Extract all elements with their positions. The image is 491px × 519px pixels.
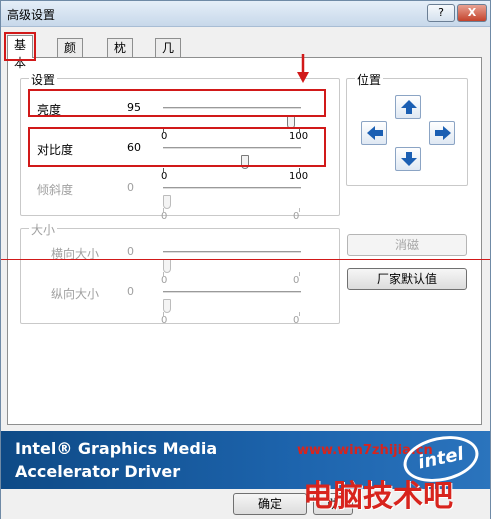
horizontal-size-row: 横向大小 0 0 0 bbox=[21, 237, 341, 286]
arrow-right-icon[interactable] bbox=[429, 121, 455, 145]
position-group-label: 位置 bbox=[355, 71, 384, 88]
banner-line1: Intel® Graphics Media bbox=[15, 439, 218, 458]
size-group: 大小 横向大小 0 0 0 纵向大小 0 0 0 bbox=[20, 221, 341, 326]
brightness-highlight bbox=[28, 89, 326, 117]
position-group: 位置 bbox=[346, 71, 468, 186]
tilt-min-label: 0 bbox=[161, 211, 168, 222]
factory-defaults-button[interactable]: 厂家默认值 bbox=[347, 268, 467, 290]
vertical-size-max-label: 0 bbox=[293, 315, 300, 326]
horizontal-size-slider: 0 0 bbox=[161, 251, 301, 286]
tilt-label: 倾斜度 bbox=[37, 183, 74, 197]
ok-button[interactable]: 确定 bbox=[233, 493, 307, 515]
close-button[interactable]: X bbox=[457, 4, 487, 22]
size-group-label: 大小 bbox=[29, 221, 58, 238]
horizontal-size-thumb bbox=[163, 259, 171, 273]
settings-group-label: 设置 bbox=[29, 71, 58, 88]
tab-basic[interactable]: 基本 bbox=[3, 32, 37, 70]
vertical-size-row: 纵向大小 0 0 0 bbox=[21, 277, 341, 326]
vertical-size-min-label: 0 bbox=[161, 315, 168, 326]
vertical-size-thumb bbox=[163, 299, 171, 313]
window-title: 高级设置 bbox=[7, 8, 56, 22]
tab-geometry[interactable]: 几何特性 bbox=[155, 38, 182, 109]
banner-line2: Accelerator Driver bbox=[15, 462, 181, 481]
degauss-button: 消磁 bbox=[347, 234, 467, 256]
advanced-settings-window: 高级设置 ? X 基本 颜色 枕形 几何特性 设置 亮度 95 0 100 bbox=[0, 0, 491, 519]
watermark-text: 电脑技术吧 bbox=[303, 479, 453, 514]
horizontal-size-value: 0 bbox=[127, 245, 134, 258]
vertical-size-slider: 0 0 bbox=[161, 291, 301, 326]
arrow-left-icon[interactable] bbox=[361, 121, 387, 145]
tab-color[interactable]: 颜色 bbox=[57, 38, 84, 73]
arrow-down-icon[interactable] bbox=[395, 147, 421, 171]
vertical-size-value: 0 bbox=[127, 285, 134, 298]
contrast-highlight bbox=[28, 127, 326, 167]
arrow-up-icon[interactable] bbox=[395, 95, 421, 119]
basic-tab-panel: 设置 亮度 95 0 100 对比度 60 0 100 倾斜度 0 0 0 大小… bbox=[7, 54, 482, 425]
tilt-row: 倾斜度 0 0 0 bbox=[21, 173, 341, 222]
help-button[interactable]: ? bbox=[427, 4, 455, 22]
tilt-max-label: 0 bbox=[293, 211, 300, 222]
annotation-arrow-icon bbox=[297, 54, 309, 83]
vertical-size-label: 纵向大小 bbox=[51, 287, 100, 301]
annotation-line bbox=[1, 259, 490, 260]
tilt-slider-thumb bbox=[163, 195, 171, 209]
title-bar: 高级设置 ? X bbox=[1, 1, 490, 27]
tilt-slider: 0 0 bbox=[161, 187, 301, 222]
tilt-value: 0 bbox=[127, 181, 134, 194]
tab-pincushion[interactable]: 枕形 bbox=[107, 38, 134, 73]
